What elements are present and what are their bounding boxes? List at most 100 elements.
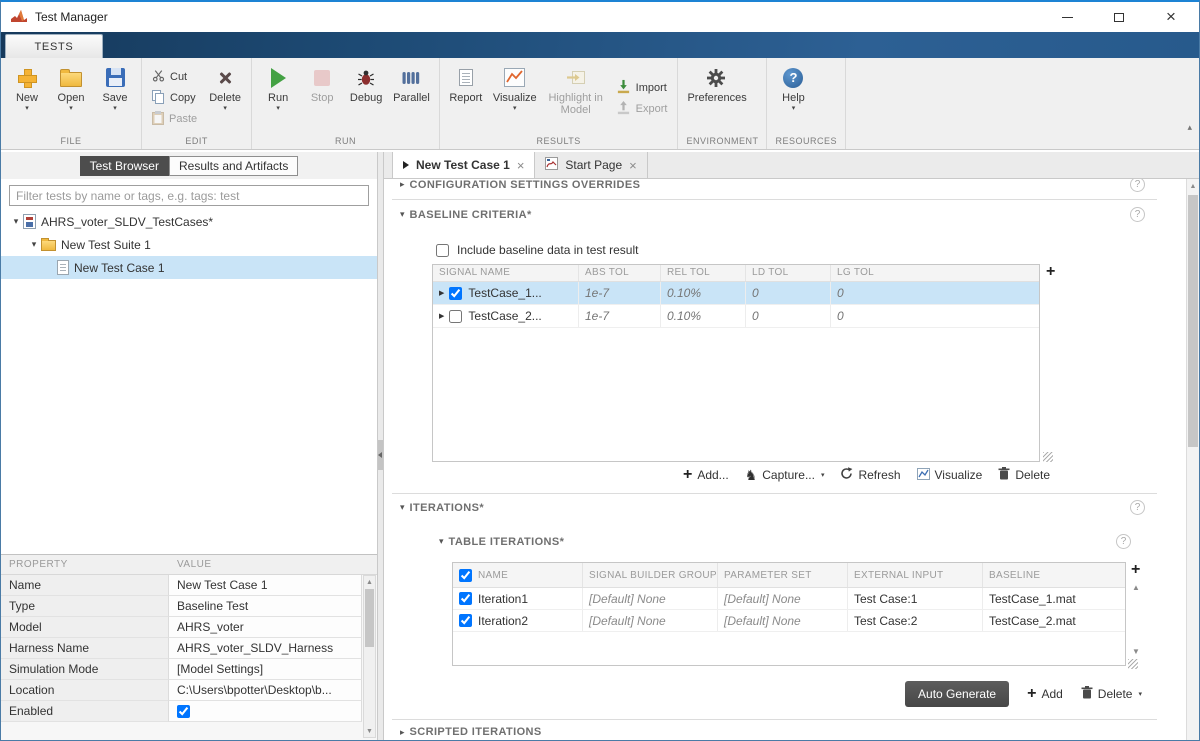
column-external-input[interactable]: EXTERNAL INPUT xyxy=(848,563,983,587)
delete-iteration-button[interactable]: Delete ▾ xyxy=(1081,686,1142,702)
section-configuration-settings-overrides[interactable]: ▸ CONFIGURATION SETTINGS OVERRIDES xyxy=(400,179,1145,192)
column-parameter-set[interactable]: PARAMETER SET xyxy=(718,563,848,587)
filter-tests-input[interactable] xyxy=(9,185,369,206)
delete-button[interactable]: Delete ▾ xyxy=(204,61,246,135)
tree-item-test-suite[interactable]: ▾ New Test Suite 1 xyxy=(1,233,377,256)
collapse-ribbon-icon[interactable]: ▴ xyxy=(1187,122,1192,133)
new-button[interactable]: New ▾ xyxy=(6,61,48,135)
trash-icon xyxy=(1081,686,1093,702)
column-baseline[interactable]: BASELINE xyxy=(983,563,1125,587)
collapse-panel-handle[interactable] xyxy=(378,440,383,470)
close-button[interactable]: × xyxy=(1163,9,1179,25)
expander-icon[interactable]: ▾ xyxy=(27,239,41,250)
help-button[interactable]: Help ▾ xyxy=(772,61,814,135)
section-table-iterations[interactable]: ▾ TABLE ITERATIONS* xyxy=(439,534,1131,549)
select-all-checkbox[interactable] xyxy=(459,569,472,582)
add-iteration-row-button[interactable]: + Add xyxy=(1027,687,1063,701)
row-checkbox[interactable] xyxy=(449,310,462,323)
scroll-up-icon[interactable]: ▲ xyxy=(1132,583,1140,592)
report-button[interactable]: Report xyxy=(445,61,487,135)
save-button[interactable]: Save ▾ xyxy=(94,61,136,135)
tree-item-test-file[interactable]: ▾ AHRS_voter_SLDV_TestCases* xyxy=(1,210,377,233)
column-signal-name[interactable]: SIGNAL NAME xyxy=(433,265,579,281)
titlebar: Test Manager × xyxy=(1,2,1199,32)
table-row-testcase-2[interactable]: ▶ TestCase_2... 1e-7 0.10% 0 0 xyxy=(433,305,1039,328)
section-help-icon[interactable] xyxy=(1130,500,1145,515)
column-lg-tol[interactable]: LG TOL xyxy=(831,265,1039,281)
add-signal-button[interactable]: + xyxy=(1046,265,1055,279)
auto-generate-button[interactable]: Auto Generate xyxy=(905,681,1009,707)
tab-new-test-case-1[interactable]: New Test Case 1 × xyxy=(392,152,535,178)
paste-icon xyxy=(152,111,164,128)
scrollbar-thumb[interactable] xyxy=(365,589,374,647)
tab-tests[interactable]: TESTS xyxy=(5,34,103,58)
scrollbar-thumb[interactable] xyxy=(1188,195,1198,447)
visualize-icon xyxy=(504,64,525,91)
property-scrollbar[interactable]: ▲ ▼ xyxy=(363,575,376,738)
table-row-iteration2[interactable]: Iteration2 [Default] None [Default] None… xyxy=(453,610,1125,632)
refresh-button[interactable]: Refresh xyxy=(840,467,900,483)
resize-grip[interactable] xyxy=(1128,659,1138,669)
include-baseline-option[interactable]: Include baseline data in test result xyxy=(436,243,638,257)
section-help-icon[interactable] xyxy=(1130,207,1145,222)
divider xyxy=(392,719,1157,720)
section-iterations[interactable]: ▾ ITERATIONS* xyxy=(400,500,1145,515)
resize-grip[interactable] xyxy=(1043,452,1053,462)
main-scrollbar[interactable]: ▲ xyxy=(1186,179,1199,740)
delete-signal-button[interactable]: Delete xyxy=(998,467,1050,483)
table-row-testcase-1[interactable]: ▶ TestCase_1... 1e-7 0.10% 0 0 xyxy=(433,282,1039,305)
highlight-in-model-button[interactable]: Highlight in Model xyxy=(543,61,609,135)
row-checkbox[interactable] xyxy=(449,287,462,300)
cut-button[interactable]: Cut xyxy=(150,69,199,86)
highlight-in-model-icon xyxy=(566,64,586,91)
chevron-down-icon: ▾ xyxy=(400,209,405,220)
open-button[interactable]: Open ▾ xyxy=(50,61,92,135)
preferences-button[interactable]: Preferences xyxy=(683,61,749,135)
add-button[interactable]: + Add... xyxy=(683,468,729,482)
section-baseline-criteria[interactable]: ▾ BASELINE CRITERIA* xyxy=(400,207,1145,222)
scroll-down-icon[interactable]: ▼ xyxy=(364,725,375,737)
section-help-icon[interactable] xyxy=(1130,179,1145,192)
run-button[interactable]: Run ▾ xyxy=(257,61,299,135)
enabled-checkbox[interactable] xyxy=(177,705,190,718)
close-icon[interactable]: × xyxy=(629,158,637,173)
capture-button[interactable]: ♞ Capture... ▾ xyxy=(745,468,825,482)
import-button[interactable]: Import xyxy=(614,79,670,96)
column-rel-tol[interactable]: REL TOL xyxy=(661,265,746,281)
close-icon[interactable]: × xyxy=(517,158,525,173)
expander-icon[interactable]: ▾ xyxy=(9,216,23,227)
tree-item-test-case[interactable]: New Test Case 1 xyxy=(1,256,377,279)
copy-button[interactable]: Copy xyxy=(150,90,199,107)
minimize-button[interactable] xyxy=(1059,9,1075,25)
parallel-icon xyxy=(402,64,420,91)
include-baseline-checkbox[interactable] xyxy=(436,244,449,257)
stop-button[interactable]: Stop xyxy=(301,61,343,135)
scroll-up-icon[interactable]: ▲ xyxy=(1187,179,1199,193)
debug-button[interactable]: Debug xyxy=(345,61,387,135)
panel-splitter[interactable] xyxy=(377,152,384,740)
visualize-button[interactable]: Visualize xyxy=(917,468,983,483)
section-help-icon[interactable] xyxy=(1116,534,1131,549)
tab-test-browser[interactable]: Test Browser xyxy=(80,156,169,176)
tab-results-and-artifacts[interactable]: Results and Artifacts xyxy=(169,156,298,176)
visualize-button-ribbon[interactable]: Visualize ▾ xyxy=(489,61,541,135)
row-expand-icon[interactable]: ▶ xyxy=(439,289,444,297)
column-signal-builder-group[interactable]: SIGNAL BUILDER GROUP xyxy=(583,563,718,587)
export-button[interactable]: Export xyxy=(614,100,670,117)
column-ld-tol[interactable]: LD TOL xyxy=(746,265,831,281)
parallel-button[interactable]: Parallel xyxy=(389,61,434,135)
section-scripted-iterations[interactable]: ▸ SCRIPTED ITERATIONS xyxy=(400,726,1145,738)
chevron-right-icon: ▸ xyxy=(400,179,405,190)
paste-button[interactable]: Paste xyxy=(150,111,199,128)
row-checkbox[interactable] xyxy=(459,614,472,627)
start-page-icon xyxy=(545,157,558,173)
table-row-iteration1[interactable]: Iteration1 [Default] None [Default] None… xyxy=(453,588,1125,610)
row-checkbox[interactable] xyxy=(459,592,472,605)
scroll-up-icon[interactable]: ▲ xyxy=(364,576,375,588)
add-iteration-button[interactable]: + xyxy=(1131,563,1140,577)
scroll-down-icon[interactable]: ▼ xyxy=(1132,647,1140,656)
maximize-button[interactable] xyxy=(1111,9,1127,25)
tab-start-page[interactable]: Start Page × xyxy=(535,152,647,178)
column-abs-tol[interactable]: ABS TOL xyxy=(579,265,661,281)
row-expand-icon[interactable]: ▶ xyxy=(439,312,444,320)
